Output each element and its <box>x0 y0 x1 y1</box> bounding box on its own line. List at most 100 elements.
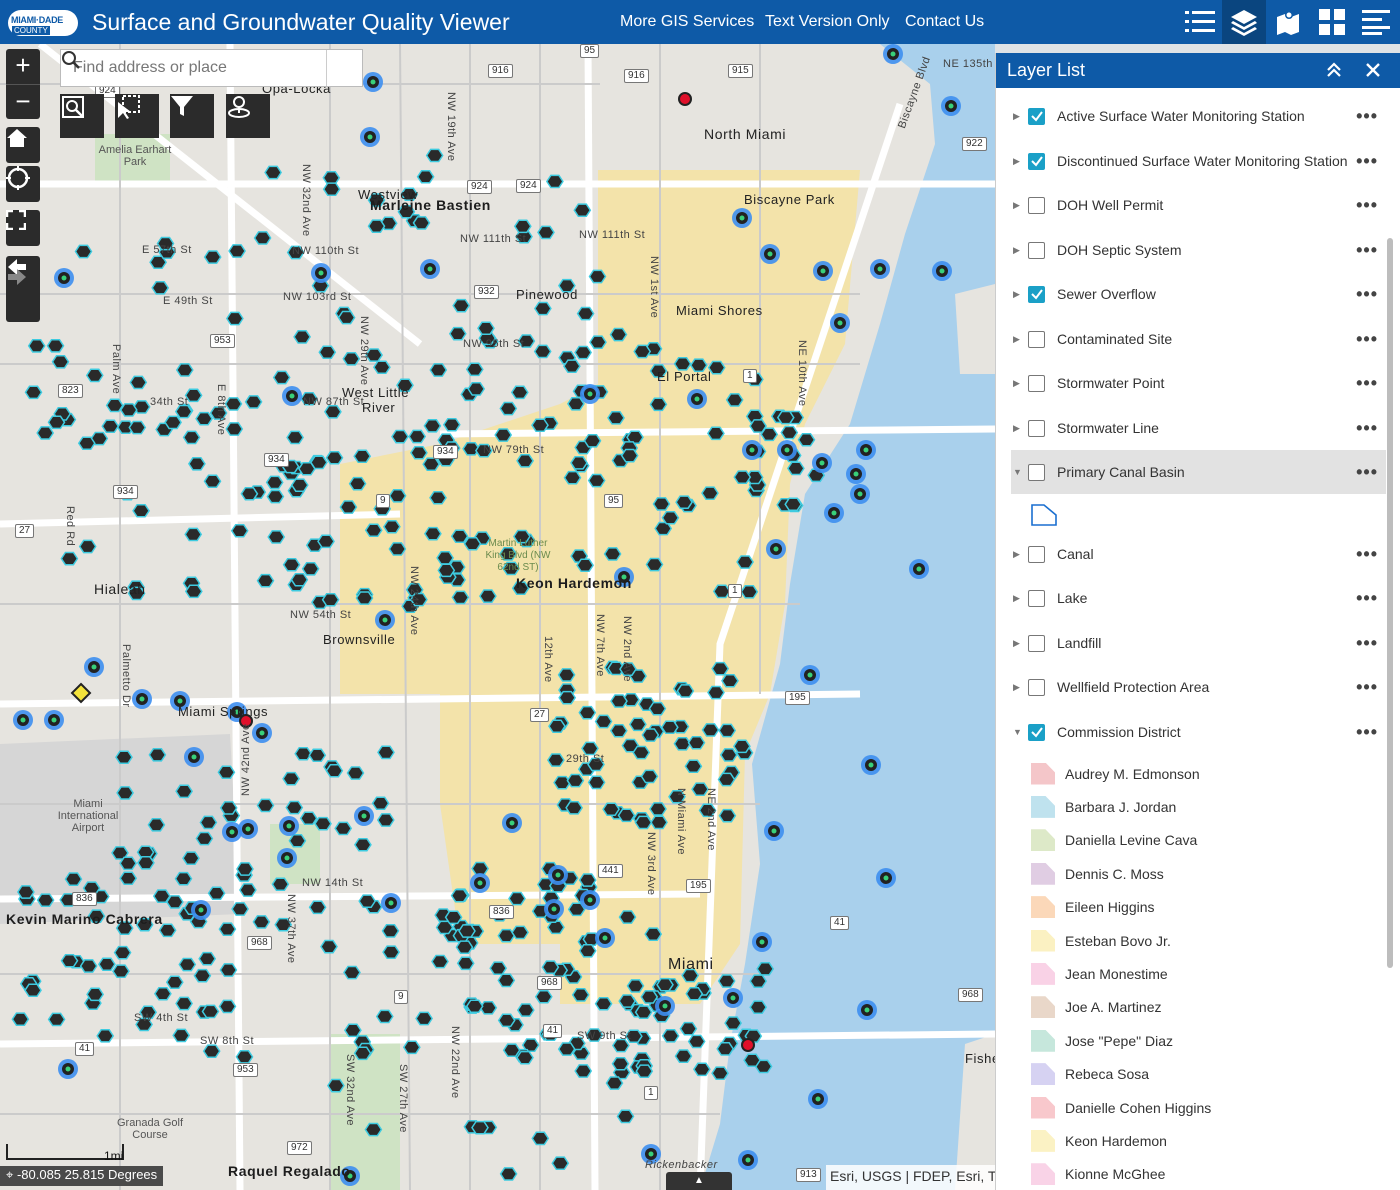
sewer-overflow-marker[interactable] <box>423 419 442 433</box>
sewer-overflow-marker[interactable] <box>578 873 597 887</box>
search-input[interactable] <box>61 50 326 86</box>
sewer-overflow-marker[interactable] <box>272 370 291 385</box>
sewer-overflow-marker[interactable] <box>609 327 628 342</box>
layer-row[interactable]: ▼ Commission District ••• <box>1011 710 1386 754</box>
sewer-overflow-marker[interactable] <box>548 719 566 734</box>
sewer-overflow-marker[interactable] <box>721 673 739 688</box>
sewer-overflow-marker[interactable] <box>353 449 372 464</box>
sewer-overflow-marker[interactable] <box>415 1011 433 1026</box>
sewer-overflow-marker[interactable] <box>217 765 236 780</box>
sewer-overflow-marker[interactable] <box>318 345 337 360</box>
sewer-overflow-marker[interactable] <box>724 1016 742 1030</box>
sewer-overflow-marker[interactable] <box>649 802 667 816</box>
sewer-overflow-marker[interactable] <box>444 910 463 925</box>
sewer-overflow-marker[interactable] <box>629 717 647 732</box>
sewer-overflow-marker[interactable] <box>422 457 441 472</box>
sewer-overflow-marker[interactable] <box>293 330 311 344</box>
sewer-overflow-marker[interactable] <box>225 422 244 436</box>
layer-options-icon[interactable]: ••• <box>1356 634 1378 652</box>
sewer-overflow-marker[interactable] <box>718 808 737 823</box>
sewer-overflow-marker[interactable] <box>119 403 138 417</box>
sewer-overflow-marker[interactable] <box>733 739 751 754</box>
layer-row[interactable]: ▶ Stormwater Point ••• <box>1011 361 1386 405</box>
sewer-overflow-marker[interactable] <box>784 497 803 512</box>
layer-options-icon[interactable]: ••• <box>1356 419 1378 437</box>
caret-right-icon[interactable]: ▶ <box>1013 378 1023 389</box>
sewer-overflow-marker[interactable] <box>609 723 628 738</box>
sewer-overflow-marker[interactable] <box>594 714 613 729</box>
layer-row[interactable]: ▼ Primary Canal Basin ••• <box>1011 450 1386 494</box>
sewer-overflow-marker[interactable] <box>337 310 356 325</box>
sewer-overflow-marker[interactable] <box>198 951 217 966</box>
sewer-overflow-marker[interactable] <box>787 461 805 476</box>
zoom-in-button[interactable]: + <box>6 49 40 83</box>
sewer-overflow-marker[interactable] <box>244 395 263 409</box>
sewer-overflow-marker[interactable] <box>47 1012 66 1027</box>
sewer-overflow-marker[interactable] <box>576 306 595 321</box>
layer-row[interactable]: ▶ Landfill ••• <box>1011 621 1386 665</box>
discontinued-station-marker[interactable] <box>741 1038 755 1052</box>
layer-row[interactable]: ▶ Discontinued Surface Water Monitoring S… <box>1011 139 1386 183</box>
sewer-overflow-marker[interactable] <box>355 591 374 605</box>
layer-options-icon[interactable]: ••• <box>1356 152 1378 170</box>
sewer-overflow-marker[interactable] <box>165 975 184 990</box>
fullscreen-button[interactable] <box>6 210 40 246</box>
sewer-overflow-marker[interactable] <box>594 996 613 1011</box>
sewer-overflow-marker[interactable] <box>551 1156 570 1171</box>
sewer-overflow-marker[interactable] <box>717 772 736 787</box>
next-extent-icon[interactable] <box>6 266 28 288</box>
sewer-overflow-marker[interactable] <box>571 988 590 1002</box>
sewer-overflow-marker[interactable] <box>626 979 645 993</box>
sewer-overflow-marker[interactable] <box>632 745 651 760</box>
layer-options-icon[interactable]: ••• <box>1356 463 1378 481</box>
sewer-overflow-marker[interactable] <box>605 1076 624 1090</box>
sewer-overflow-marker[interactable] <box>467 382 486 396</box>
sewer-overflow-marker[interactable] <box>429 363 448 377</box>
sewer-overflow-marker[interactable] <box>388 489 407 503</box>
sewer-overflow-marker[interactable] <box>152 889 171 903</box>
sewer-overflow-marker[interactable] <box>132 503 150 518</box>
sewer-overflow-marker[interactable] <box>410 445 428 460</box>
sewer-overflow-marker[interactable] <box>450 888 469 903</box>
sewer-overflow-marker[interactable] <box>645 557 664 572</box>
caret-right-icon[interactable]: ▶ <box>1013 111 1023 122</box>
sewer-overflow-marker[interactable] <box>650 815 668 830</box>
caret-right-icon[interactable]: ▶ <box>1013 156 1023 167</box>
sewer-overflow-marker[interactable] <box>776 410 795 425</box>
layer-options-icon[interactable]: ••• <box>1356 374 1378 392</box>
layer-row[interactable]: ▶ Lake ••• <box>1011 576 1386 620</box>
caret-right-icon[interactable]: ▶ <box>1013 200 1023 211</box>
sewer-overflow-marker[interactable] <box>193 968 212 983</box>
sewer-overflow-marker[interactable] <box>749 974 768 988</box>
sewer-overflow-marker[interactable] <box>154 986 172 1001</box>
sewer-overflow-marker[interactable] <box>342 352 361 366</box>
sewer-overflow-marker[interactable] <box>256 798 275 813</box>
sewer-overflow-marker[interactable] <box>175 784 193 799</box>
nearby-button[interactable] <box>226 94 270 138</box>
sewer-overflow-marker[interactable] <box>574 1064 593 1078</box>
sewer-overflow-marker[interactable] <box>456 956 475 971</box>
sewer-overflow-marker[interactable] <box>587 775 606 790</box>
sewer-overflow-marker[interactable] <box>489 961 508 976</box>
sewer-overflow-marker[interactable] <box>64 872 83 886</box>
layer-visibility-checkbox[interactable] <box>1028 196 1045 214</box>
sewer-overflow-marker[interactable] <box>780 425 799 440</box>
sewer-overflow-marker[interactable] <box>314 816 332 831</box>
layer-options-icon[interactable]: ••• <box>1356 196 1378 214</box>
sewer-overflow-marker[interactable] <box>178 957 197 972</box>
sewer-overflow-marker[interactable] <box>497 973 516 988</box>
sewer-overflow-marker[interactable] <box>101 419 120 434</box>
sewer-overflow-marker[interactable] <box>77 436 96 451</box>
sewer-overflow-marker[interactable] <box>513 219 532 234</box>
sewer-overflow-marker[interactable] <box>603 547 622 561</box>
sewer-overflow-marker[interactable] <box>661 510 680 525</box>
sewer-overflow-marker[interactable] <box>290 572 309 587</box>
sewer-overflow-marker[interactable] <box>534 301 552 316</box>
layer-row[interactable]: ▶ Sewer Overflow ••• <box>1011 272 1386 316</box>
sewer-overflow-marker[interactable] <box>588 269 607 284</box>
sewer-overflow-marker[interactable] <box>511 925 529 940</box>
sewer-overflow-marker[interactable] <box>570 456 588 470</box>
sewer-overflow-marker[interactable] <box>452 298 471 313</box>
sewer-overflow-marker[interactable] <box>148 748 167 762</box>
sewer-overflow-marker[interactable] <box>616 1109 635 1124</box>
